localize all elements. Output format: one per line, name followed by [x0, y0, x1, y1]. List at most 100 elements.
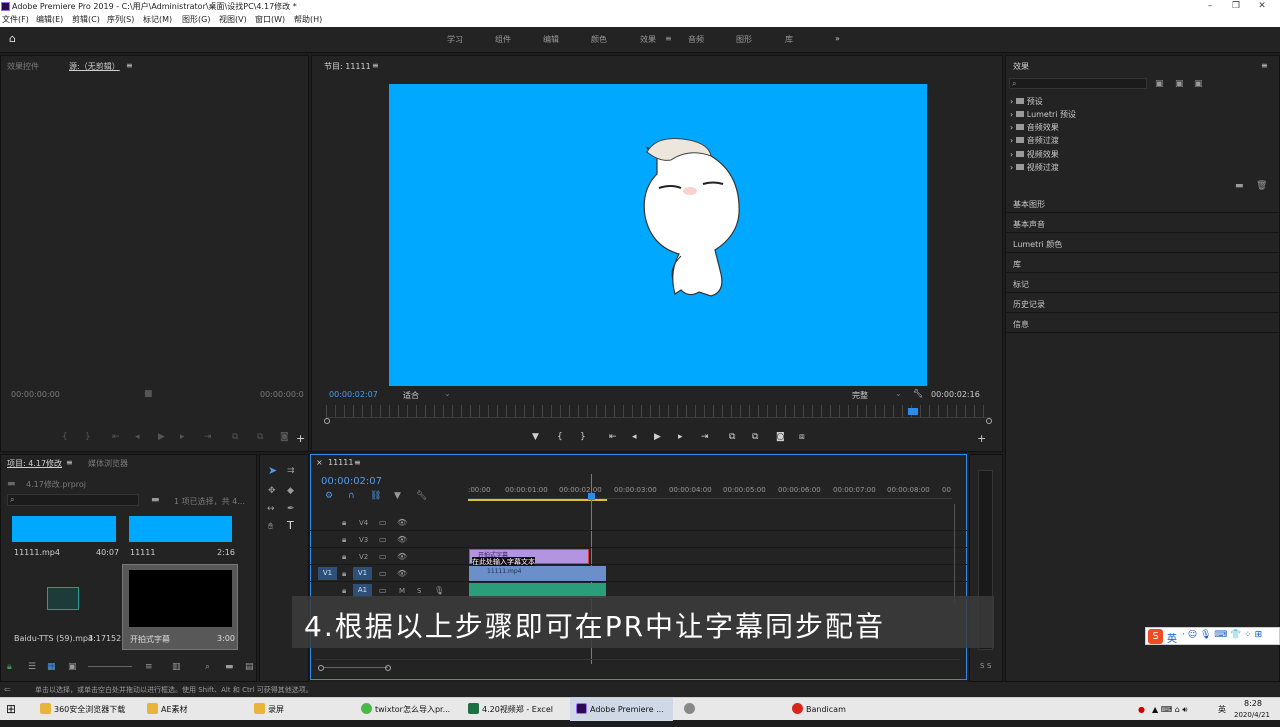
- work-area-bar[interactable]: [468, 499, 607, 501]
- hand-tool-icon[interactable]: ✋︎: [268, 522, 273, 532]
- export-frame-icon[interactable]: ◙: [776, 432, 785, 442]
- step-back-icon[interactable]: ◂: [632, 432, 637, 442]
- timeline-menu-icon[interactable]: ≡: [354, 458, 361, 467]
- taskbar-item-user[interactable]: [684, 698, 698, 721]
- lock-icon[interactable]: 🔒︎: [342, 569, 346, 579]
- program-playhead[interactable]: [908, 408, 918, 415]
- 32bit-effects-icon[interactable]: ▣: [1175, 79, 1184, 89]
- snap-icon[interactable]: ∩: [348, 491, 355, 501]
- effects-tree-audio-transitions[interactable]: › 音频过渡: [1010, 135, 1059, 146]
- mark-in-icon[interactable]: {: [557, 432, 563, 442]
- thumb-11111-sequence[interactable]: [129, 516, 232, 542]
- workspace-effects[interactable]: 效果: [640, 34, 656, 45]
- workspace-color[interactable]: 颜色: [591, 34, 607, 45]
- taskbar-item-bandicam[interactable]: Bandicam: [792, 698, 846, 721]
- source-panel-menu-icon[interactable]: ≡: [126, 61, 133, 70]
- yuv-effects-icon[interactable]: ▣: [1194, 79, 1203, 89]
- workspace-audio[interactable]: 音频: [688, 34, 704, 45]
- maximize-icon[interactable]: ❐: [1226, 0, 1246, 13]
- project-search-input[interactable]: ⌕: [7, 494, 139, 506]
- menu-view[interactable]: 视图(V): [219, 13, 247, 27]
- pen-tool-icon[interactable]: ✒: [287, 504, 295, 514]
- list-view-icon[interactable]: ☰: [28, 662, 36, 672]
- sync-lock-icon[interactable]: ▭: [379, 552, 387, 562]
- source-mark-out-icon[interactable]: }: [85, 432, 91, 442]
- effects-search-input[interactable]: ⌕: [1009, 78, 1147, 89]
- source-step-back-icon[interactable]: ◂: [135, 432, 140, 442]
- extract-icon[interactable]: ⧉: [752, 432, 758, 442]
- selection-tool-icon[interactable]: ➤: [268, 465, 277, 476]
- fit-chevron-down-icon[interactable]: ⌄: [444, 389, 451, 398]
- workspace-assembly[interactable]: 组件: [495, 34, 511, 45]
- source-step-fwd-icon[interactable]: ▸: [180, 432, 185, 442]
- menu-window[interactable]: 窗口(W): [255, 13, 285, 27]
- lift-icon[interactable]: ⧉: [729, 432, 735, 442]
- program-fit-dropdown[interactable]: 适合: [403, 390, 419, 401]
- taskbar-item-excel[interactable]: 4.20视频郑 - Excel: [468, 698, 553, 721]
- section-history[interactable]: 历史记录: [1005, 293, 1280, 313]
- mark-out-icon[interactable]: }: [580, 432, 586, 442]
- source-patch-v1[interactable]: V1: [318, 567, 337, 580]
- sync-lock-icon[interactable]: ▭: [379, 586, 387, 596]
- menu-edit[interactable]: 编辑(E): [36, 13, 63, 27]
- effects-tree-lumetri-presets[interactable]: › Lumetri 预设: [1010, 109, 1076, 120]
- source-export-frame-icon[interactable]: ◙: [280, 432, 289, 442]
- source-settings-icon[interactable]: ■: [144, 389, 153, 399]
- sort-icon[interactable]: ≡: [145, 662, 153, 672]
- close-icon[interactable]: ✕: [1252, 0, 1272, 13]
- timeline-settings-wrench-icon[interactable]: 🔧︎: [416, 491, 427, 501]
- program-zoom-handle-left[interactable]: [324, 418, 330, 424]
- go-to-in-icon[interactable]: ⇤: [609, 432, 617, 442]
- timeline-vertical-scrollbar[interactable]: [954, 504, 957, 604]
- taskbar-item-premiere[interactable]: Adobe Premiere ...: [570, 698, 673, 721]
- section-lumetri-color[interactable]: Lumetri 颜色: [1005, 233, 1280, 253]
- source-go-in-icon[interactable]: ⇤: [112, 432, 120, 442]
- track-select-tool-icon[interactable]: ⇉: [287, 466, 295, 476]
- freeform-view-icon[interactable]: ▣: [68, 662, 77, 672]
- new-bin-icon[interactable]: ▬: [225, 662, 234, 672]
- eye-icon[interactable]: 👁︎: [397, 569, 407, 579]
- program-quality-dropdown[interactable]: 完整: [852, 390, 868, 401]
- tray-record-icon[interactable]: ●: [1138, 698, 1145, 721]
- effects-tree-video-transitions[interactable]: › 视频过渡: [1010, 162, 1059, 173]
- workspace-learn[interactable]: 学习: [447, 34, 463, 45]
- tab-effect-controls[interactable]: 效果控件: [7, 61, 39, 72]
- effects-tree-video-effects[interactable]: › 视频效果: [1010, 149, 1059, 160]
- effects-tree-presets[interactable]: › 预设: [1010, 96, 1043, 107]
- project-panel-menu-icon[interactable]: ≡: [66, 458, 73, 467]
- sync-lock-icon[interactable]: ▭: [379, 569, 387, 579]
- clip-v1-video[interactable]: 11111.mp4: [469, 566, 606, 581]
- tab-project[interactable]: 项目: 4.17修改: [7, 458, 62, 469]
- program-panel-menu-icon[interactable]: ≡: [372, 61, 379, 70]
- clip-v2-caption[interactable]: 开拍式字幕 在此处输入字幕文本: [469, 549, 589, 567]
- thumb-11111-mp4[interactable]: [12, 516, 116, 542]
- play-icon[interactable]: ▶: [654, 432, 661, 442]
- tray-icons[interactable]: ▲ ⌨ ⌂ 🔊︎: [1152, 698, 1187, 721]
- tab-media-browser[interactable]: 媒体浏览器: [88, 458, 128, 469]
- menu-sequence[interactable]: 序列(S): [107, 13, 134, 27]
- eye-icon[interactable]: 👁︎: [397, 518, 407, 528]
- solo-right-button[interactable]: S: [987, 662, 991, 670]
- eye-icon[interactable]: 👁︎: [397, 552, 407, 562]
- timeline-close-icon[interactable]: ×: [316, 458, 323, 467]
- go-to-out-icon[interactable]: ⇥: [701, 432, 709, 442]
- menu-marker[interactable]: 标记(M): [143, 13, 172, 27]
- tab-program[interactable]: 节目: 11111: [324, 61, 371, 72]
- delete-icon[interactable]: 🗑︎: [1256, 181, 1267, 191]
- menu-help[interactable]: 帮助(H): [294, 13, 322, 27]
- workspace-editing[interactable]: 编辑: [543, 34, 559, 45]
- automate-icon[interactable]: ▥: [172, 662, 181, 672]
- ime-toolbar[interactable]: S 英 · ☺ 🎙︎ ⌨ 👕 ⁘ ⊞: [1145, 627, 1280, 645]
- timeline-horizontal-scrollbar[interactable]: [315, 659, 960, 673]
- linked-selection-icon[interactable]: ⛓: [370, 491, 381, 501]
- taskbar-item-ae-assets[interactable]: AE素材: [147, 698, 188, 721]
- solo-left-button[interactable]: S: [980, 662, 984, 670]
- lock-icon[interactable]: 🔒︎: [342, 586, 346, 596]
- lock-icon[interactable]: 🔒︎: [7, 662, 12, 672]
- solo-button[interactable]: S: [417, 587, 421, 595]
- more-workspaces-icon[interactable]: »: [835, 34, 840, 43]
- section-essential-graphics[interactable]: 基本图形: [1005, 193, 1280, 213]
- source-go-out-icon[interactable]: ⇥: [204, 432, 212, 442]
- track-label-v3[interactable]: V3: [359, 536, 368, 544]
- tab-timeline-sequence[interactable]: 11111: [328, 458, 353, 467]
